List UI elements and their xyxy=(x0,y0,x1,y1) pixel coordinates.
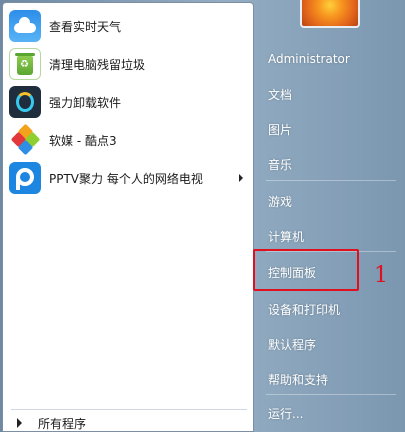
arrow-right-icon xyxy=(17,418,22,428)
program-item-weather[interactable]: 查看实时天气 xyxy=(3,7,253,45)
annotation-highlight-box xyxy=(253,249,359,291)
programs-pane: 查看实时天气 ♻ 清理电脑残留垃圾 强力卸载软件 软媒 - 酷点3 PPTV聚力… xyxy=(2,2,254,432)
divider xyxy=(11,409,247,410)
right-item-games[interactable]: 游戏 xyxy=(262,190,292,212)
program-label: 软媒 - 酷点3 xyxy=(49,133,117,148)
right-item-computer[interactable]: 计算机 xyxy=(262,225,304,247)
right-item-music[interactable]: 音乐 xyxy=(262,153,292,175)
submenu-arrow-icon xyxy=(239,174,243,182)
right-item-pictures[interactable]: 图片 xyxy=(262,118,292,140)
program-label: 清理电脑残留垃圾 xyxy=(49,57,146,72)
pptv-icon xyxy=(9,162,41,194)
program-item-kudian[interactable]: 软媒 - 酷点3 xyxy=(3,121,253,159)
cubes-icon xyxy=(9,124,41,156)
weather-icon xyxy=(9,10,41,42)
program-item-uninstall[interactable]: 强力卸载软件 xyxy=(3,83,253,121)
program-item-pptv[interactable]: PPTV聚力 每个人的网络电视 xyxy=(3,159,253,197)
right-item-default-programs[interactable]: 默认程序 xyxy=(262,333,316,355)
annotation-number: 1 xyxy=(374,263,388,288)
program-label: 强力卸载软件 xyxy=(49,95,122,110)
right-item-run[interactable]: 运行... xyxy=(262,402,303,424)
all-programs-label: 所有程序 xyxy=(38,416,87,431)
start-menu: 查看实时天气 ♻ 清理电脑残留垃圾 强力卸载软件 软媒 - 酷点3 PPTV聚力… xyxy=(0,0,405,432)
uninstall-icon xyxy=(9,86,41,118)
recycle-bin-icon: ♻ xyxy=(9,48,41,80)
program-list: 查看实时天气 ♻ 清理电脑残留垃圾 强力卸载软件 软媒 - 酷点3 PPTV聚力… xyxy=(3,7,253,197)
right-item-administrator[interactable]: Administrator xyxy=(262,48,350,70)
right-item-devices-printers[interactable]: 设备和打印机 xyxy=(262,298,340,320)
program-label: PPTV聚力 每个人的网络电视 xyxy=(49,171,203,186)
right-item-documents[interactable]: 文档 xyxy=(262,83,292,105)
user-avatar[interactable] xyxy=(300,0,360,28)
program-item-cleanup[interactable]: ♻ 清理电脑残留垃圾 xyxy=(3,45,253,83)
divider xyxy=(266,394,396,395)
all-programs-button[interactable]: 所有程序 xyxy=(3,412,253,432)
program-label: 查看实时天气 xyxy=(49,19,122,34)
right-item-help-support[interactable]: 帮助和支持 xyxy=(262,368,328,390)
divider xyxy=(266,180,396,181)
